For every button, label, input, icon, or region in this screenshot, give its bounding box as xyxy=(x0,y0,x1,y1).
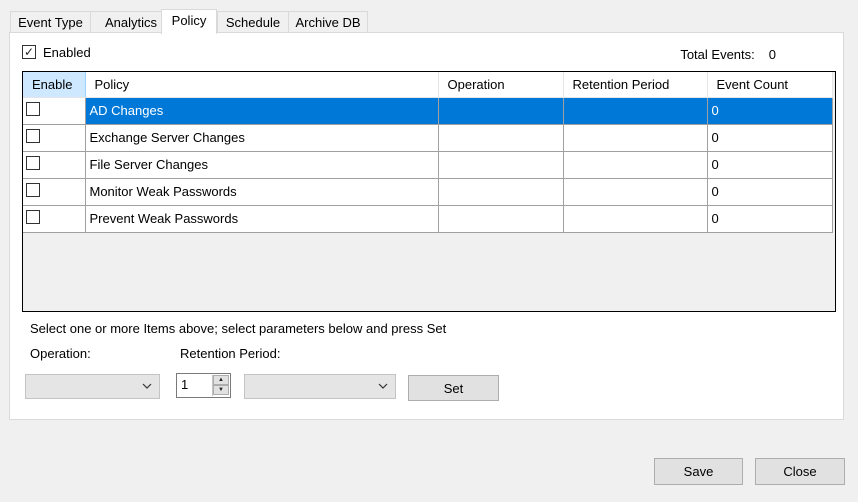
retention-cell[interactable] xyxy=(563,124,708,152)
row-enable-cell[interactable] xyxy=(23,124,86,152)
row-enable-cell[interactable] xyxy=(23,97,86,125)
set-button[interactable]: Set xyxy=(408,375,499,401)
operation-dropdown[interactable] xyxy=(25,374,160,399)
stepper-up-icon[interactable]: ▲ xyxy=(213,375,229,385)
tab-schedule[interactable]: Schedule xyxy=(217,11,289,33)
operation-cell[interactable] xyxy=(438,178,564,206)
total-events-label: Total Events: xyxy=(680,47,755,62)
event-count-cell[interactable]: 0 xyxy=(707,205,833,233)
retention-cell[interactable] xyxy=(563,97,708,125)
row-enable-checkbox[interactable] xyxy=(26,102,40,116)
retention-cell[interactable] xyxy=(563,205,708,233)
table-row[interactable]: Monitor Weak Passwords 0 xyxy=(23,178,833,206)
column-header-event-count[interactable]: Event Count xyxy=(707,72,833,98)
row-enable-cell[interactable] xyxy=(23,178,86,206)
column-header-policy[interactable]: Policy xyxy=(85,72,439,98)
column-header-retention-period[interactable]: Retention Period xyxy=(563,72,708,98)
stepper-down-icon[interactable]: ▼ xyxy=(213,385,229,395)
row-enable-checkbox[interactable] xyxy=(26,129,40,143)
policy-cell[interactable]: File Server Changes xyxy=(85,151,439,179)
operation-cell[interactable] xyxy=(438,205,564,233)
tab-event-type[interactable]: Event Type xyxy=(10,11,91,33)
total-events-value: 0 xyxy=(768,47,776,62)
table-row[interactable]: AD Changes 0 xyxy=(23,97,833,125)
table-row[interactable]: Exchange Server Changes 0 xyxy=(23,124,833,152)
operation-cell[interactable] xyxy=(438,151,564,179)
table-row[interactable]: Prevent Weak Passwords 0 xyxy=(23,205,833,233)
instruction-text: Select one or more Items above; select p… xyxy=(30,321,447,336)
event-count-cell[interactable]: 0 xyxy=(707,151,833,179)
grid-header-row: Enable Policy Operation Retention Period… xyxy=(23,72,833,98)
policy-grid[interactable]: Enable Policy Operation Retention Period… xyxy=(22,71,836,312)
operation-label: Operation: xyxy=(30,346,91,361)
enabled-checkbox[interactable]: ✓ xyxy=(22,45,36,59)
retention-period-value[interactable]: 1 xyxy=(181,377,188,392)
row-enable-checkbox[interactable] xyxy=(26,183,40,197)
policy-table: Enable Policy Operation Retention Period… xyxy=(23,72,833,233)
column-header-operation[interactable]: Operation xyxy=(438,72,564,98)
operation-cell[interactable] xyxy=(438,124,564,152)
row-enable-checkbox[interactable] xyxy=(26,210,40,224)
tab-analytics[interactable]: Analytics xyxy=(90,11,172,33)
total-events: Total Events: 0 xyxy=(680,47,776,62)
close-button[interactable]: Close xyxy=(755,458,845,485)
save-button[interactable]: Save xyxy=(654,458,743,485)
operation-cell[interactable] xyxy=(438,97,564,125)
tab-archive-db[interactable]: Archive DB xyxy=(288,11,368,33)
chevron-down-icon xyxy=(142,383,152,389)
retention-period-stepper[interactable]: 1 ▲ ▼ xyxy=(176,373,231,398)
policy-cell[interactable]: AD Changes xyxy=(85,97,439,125)
column-header-enable[interactable]: Enable xyxy=(23,72,86,98)
stepper-buttons: ▲ ▼ xyxy=(212,375,229,396)
chevron-down-icon xyxy=(378,383,388,389)
policy-tab-page: ✓ Enabled Total Events: 0 Enable Policy O… xyxy=(9,32,844,420)
row-enable-checkbox[interactable] xyxy=(26,156,40,170)
retention-unit-dropdown[interactable] xyxy=(244,374,396,399)
policy-cell[interactable]: Monitor Weak Passwords xyxy=(85,178,439,206)
policy-cell[interactable]: Exchange Server Changes xyxy=(85,124,439,152)
enabled-label: Enabled xyxy=(43,44,91,60)
retention-cell[interactable] xyxy=(563,178,708,206)
retention-cell[interactable] xyxy=(563,151,708,179)
event-count-cell[interactable]: 0 xyxy=(707,97,833,125)
event-count-cell[interactable]: 0 xyxy=(707,124,833,152)
tab-policy[interactable]: Policy xyxy=(161,9,217,34)
event-count-cell[interactable]: 0 xyxy=(707,178,833,206)
retention-period-label: Retention Period: xyxy=(180,346,281,361)
row-enable-cell[interactable] xyxy=(23,151,86,179)
row-enable-cell[interactable] xyxy=(23,205,86,233)
table-row[interactable]: File Server Changes 0 xyxy=(23,151,833,179)
policy-cell[interactable]: Prevent Weak Passwords xyxy=(85,205,439,233)
enabled-checkbox-row[interactable]: ✓ Enabled xyxy=(22,43,91,61)
